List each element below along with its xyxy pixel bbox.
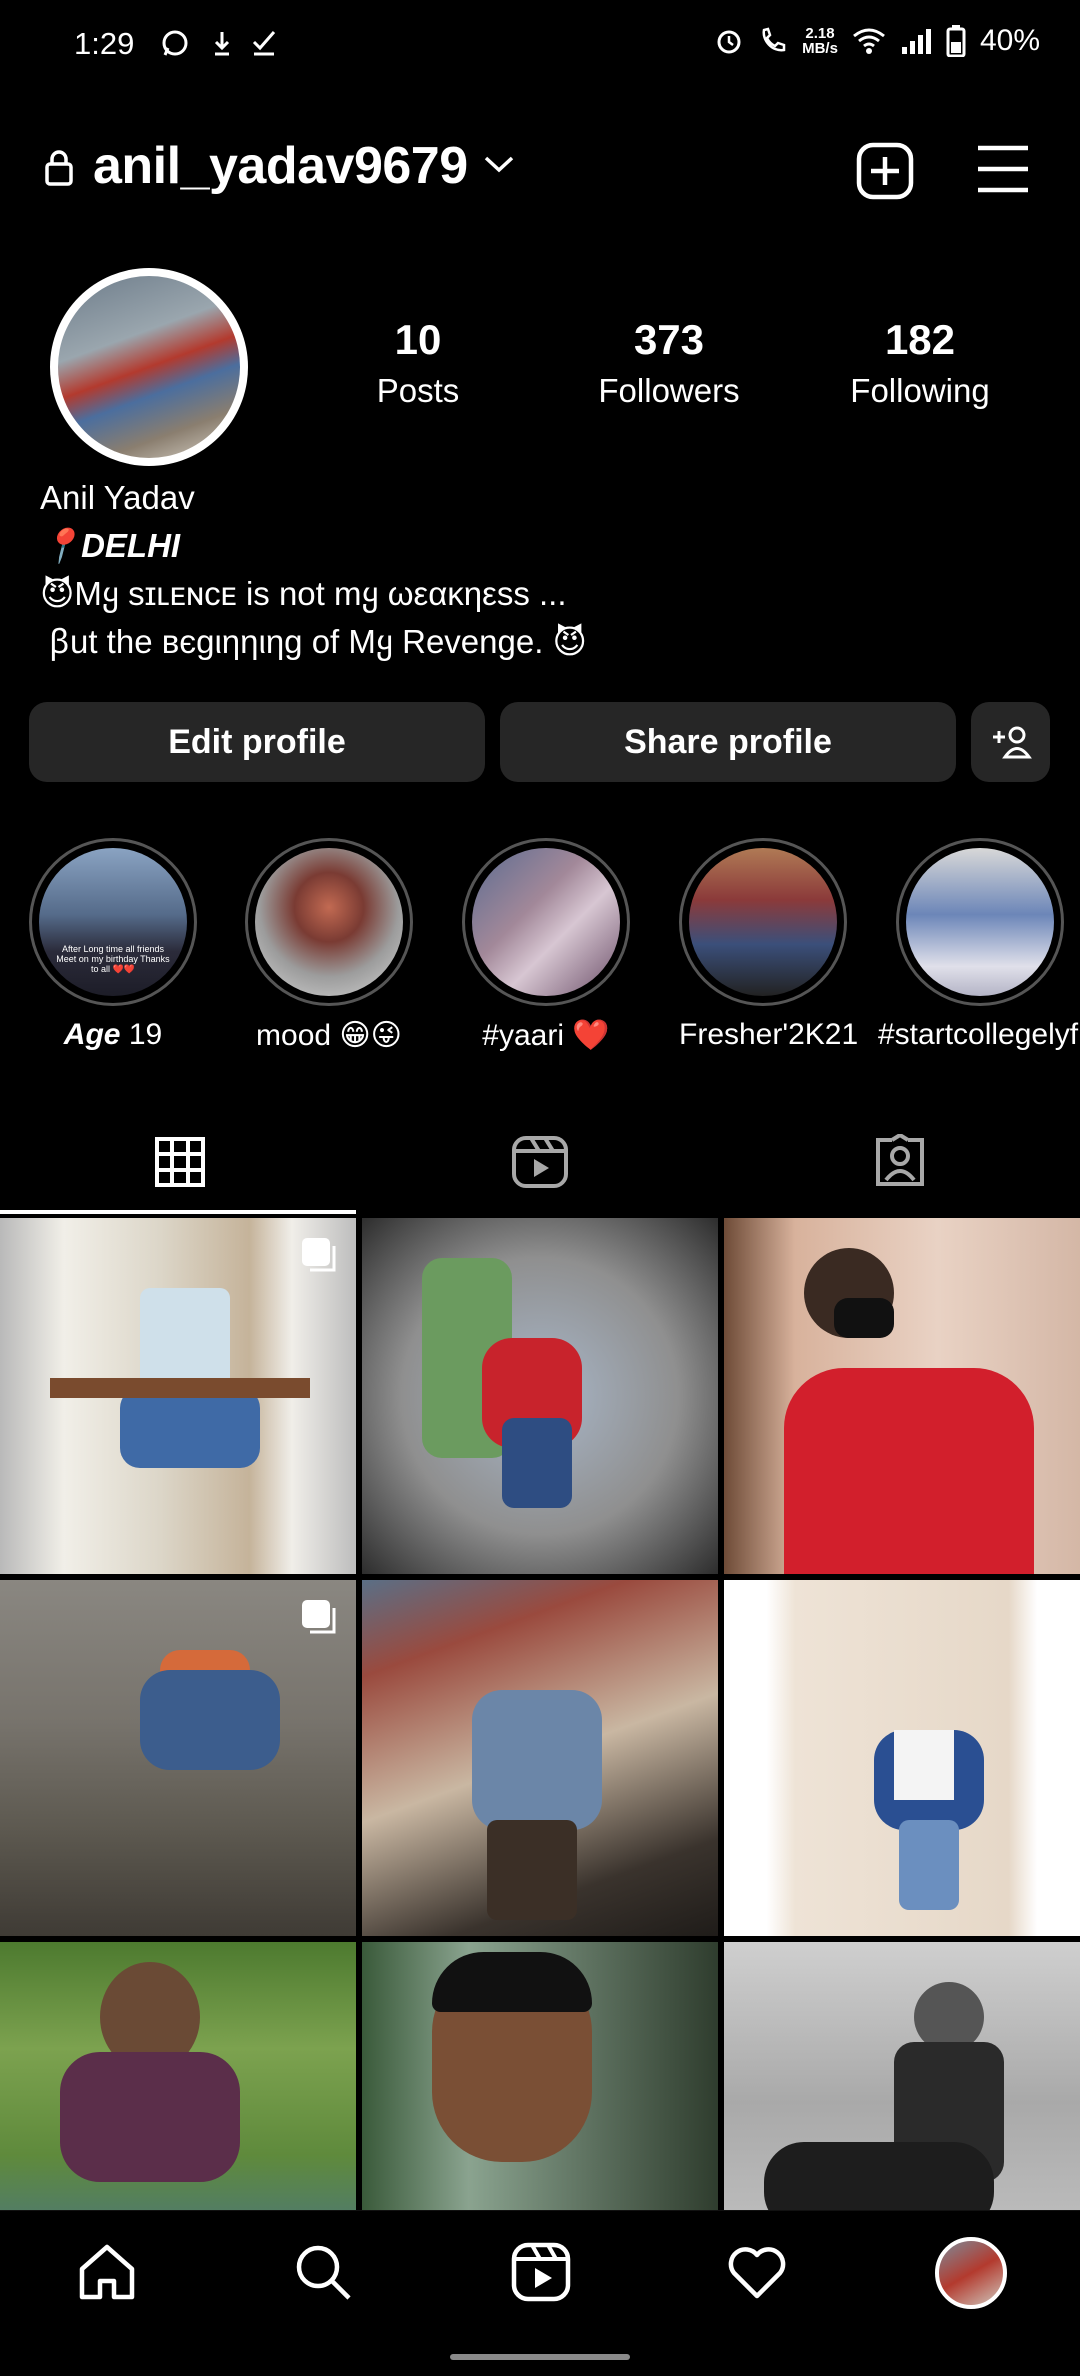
speed-value: 2.18 xyxy=(805,25,835,42)
followers-value: 373 xyxy=(633,316,705,363)
highlight-cover-text: After Long time all friends Meet on my b… xyxy=(56,944,170,974)
highlight-yaari[interactable]: #yaari ❤️ xyxy=(462,838,630,1053)
bottom-navigation xyxy=(0,2210,1080,2340)
heart-icon[interactable] xyxy=(726,2241,788,2303)
profile-nav-avatar[interactable] xyxy=(935,2237,1007,2309)
username-switcher[interactable]: anil_yadav9679 xyxy=(93,136,468,196)
grid-post[interactable] xyxy=(362,1218,718,1574)
status-right-group: 2.18 MB/s 40% xyxy=(714,24,1040,58)
highlight-caption-bold: Age xyxy=(63,1018,121,1051)
home-icon[interactable] xyxy=(76,2241,138,2303)
status-time: 1:29 xyxy=(74,26,135,61)
reels-icon xyxy=(512,1136,568,1188)
highlight-age[interactable]: After Long time all friends Meet on my b… xyxy=(29,838,197,1052)
tab-tagged[interactable] xyxy=(720,1110,1080,1214)
profile-tabs xyxy=(0,1110,1080,1214)
grid-post[interactable] xyxy=(724,1218,1080,1574)
highlight-caption: mood 😁😜 xyxy=(256,1019,402,1052)
lock-icon xyxy=(45,150,73,186)
highlight-ring: After Long time all friends Meet on my b… xyxy=(29,838,197,1006)
bio-line-1: 😈Mყ sɪʟᴇɴᴄᴇ is not mყ ωεακηεss ... xyxy=(40,575,567,612)
discover-people-button[interactable] xyxy=(971,702,1050,782)
highlight-caption: #startcollegelyf xyxy=(878,1018,1079,1051)
following-label: Following xyxy=(850,372,990,409)
tab-posts-grid[interactable] xyxy=(0,1110,360,1214)
highlight-cover xyxy=(906,848,1054,996)
speed-unit: MB/s xyxy=(802,40,838,57)
hamburger-menu-icon[interactable] xyxy=(976,144,1030,194)
highlight-caption: #yaari ❤️ xyxy=(482,1019,610,1052)
highlight-caption-text: 19 xyxy=(120,1018,163,1051)
highlight-caption: Fresher'2K21 xyxy=(679,1018,859,1051)
edit-profile-button[interactable]: Edit profile xyxy=(29,702,485,782)
grid-post[interactable] xyxy=(724,1580,1080,1936)
highlight-ring xyxy=(462,838,630,1006)
highlight-mood[interactable]: mood 😁😜 xyxy=(245,838,413,1053)
grid-post[interactable] xyxy=(0,1580,356,1936)
posts-count[interactable]: 10 Posts xyxy=(318,316,518,410)
tab-reels[interactable] xyxy=(360,1110,720,1214)
share-profile-button[interactable]: Share profile xyxy=(500,702,956,782)
highlight-ring xyxy=(896,838,1064,1006)
chevron-down-icon[interactable] xyxy=(482,152,516,176)
grid-post[interactable] xyxy=(362,1580,718,1936)
bio-line-2: ꞵut the вєɡιηηιηɡ of Mყ Revenge. 😈 xyxy=(40,623,587,660)
add-person-icon xyxy=(992,726,1032,759)
whatsapp-icon xyxy=(162,30,188,56)
status-bar: 1:29 2.18 MB/s 40% xyxy=(0,0,1080,90)
highlight-cover: After Long time all friends Meet on my b… xyxy=(39,848,187,996)
grid-post[interactable] xyxy=(0,1218,356,1574)
search-icon[interactable] xyxy=(292,2241,354,2303)
highlight-cover xyxy=(472,848,620,996)
highlight-caption: Age 19 xyxy=(29,1018,197,1052)
following-count[interactable]: 182 Following xyxy=(820,316,1020,410)
alarm-icon xyxy=(717,30,741,54)
new-post-icon[interactable] xyxy=(856,142,914,200)
wifi-call-icon xyxy=(762,27,786,52)
profile-header: anil_yadav9679 xyxy=(0,120,1080,220)
following-value: 182 xyxy=(884,316,956,363)
carousel-icon xyxy=(302,1600,336,1634)
battery-icon xyxy=(946,25,966,57)
followers-label: Followers xyxy=(598,372,740,409)
network-speed: 2.18 MB/s xyxy=(802,26,838,56)
carousel-icon xyxy=(302,1238,336,1272)
battery-percent: 40% xyxy=(979,24,1040,57)
profile-avatar[interactable] xyxy=(50,268,248,466)
highlight-cover xyxy=(255,848,403,996)
wifi-icon xyxy=(853,28,885,54)
signal-icon xyxy=(901,29,931,54)
reels-nav-icon[interactable] xyxy=(510,2241,572,2303)
profile-bio: Anil Yadav 📍DELHI 😈Mყ sɪʟᴇɴᴄᴇ is not mყ … xyxy=(40,474,587,666)
download-icon xyxy=(214,32,230,56)
highlight-ring xyxy=(679,838,847,1006)
gesture-home-bar[interactable] xyxy=(450,2354,630,2360)
highlight-startcollege[interactable]: #startcollegelyf xyxy=(878,838,1080,1052)
highlight-fresher[interactable]: Fresher'2K21 xyxy=(679,838,859,1052)
avatar-image xyxy=(58,276,240,458)
highlight-cover xyxy=(689,848,837,996)
display-name: Anil Yadav xyxy=(40,479,195,516)
highlight-ring xyxy=(245,838,413,1006)
followers-count[interactable]: 373 Followers xyxy=(569,316,769,410)
posts-label: Posts xyxy=(376,372,460,409)
active-tab-indicator xyxy=(0,1210,356,1214)
grid-icon xyxy=(155,1137,205,1187)
tagged-person-icon xyxy=(876,1134,924,1186)
posts-value: 10 xyxy=(394,316,442,363)
bio-location: 📍DELHI xyxy=(40,527,181,564)
task-done-icon xyxy=(252,31,276,56)
